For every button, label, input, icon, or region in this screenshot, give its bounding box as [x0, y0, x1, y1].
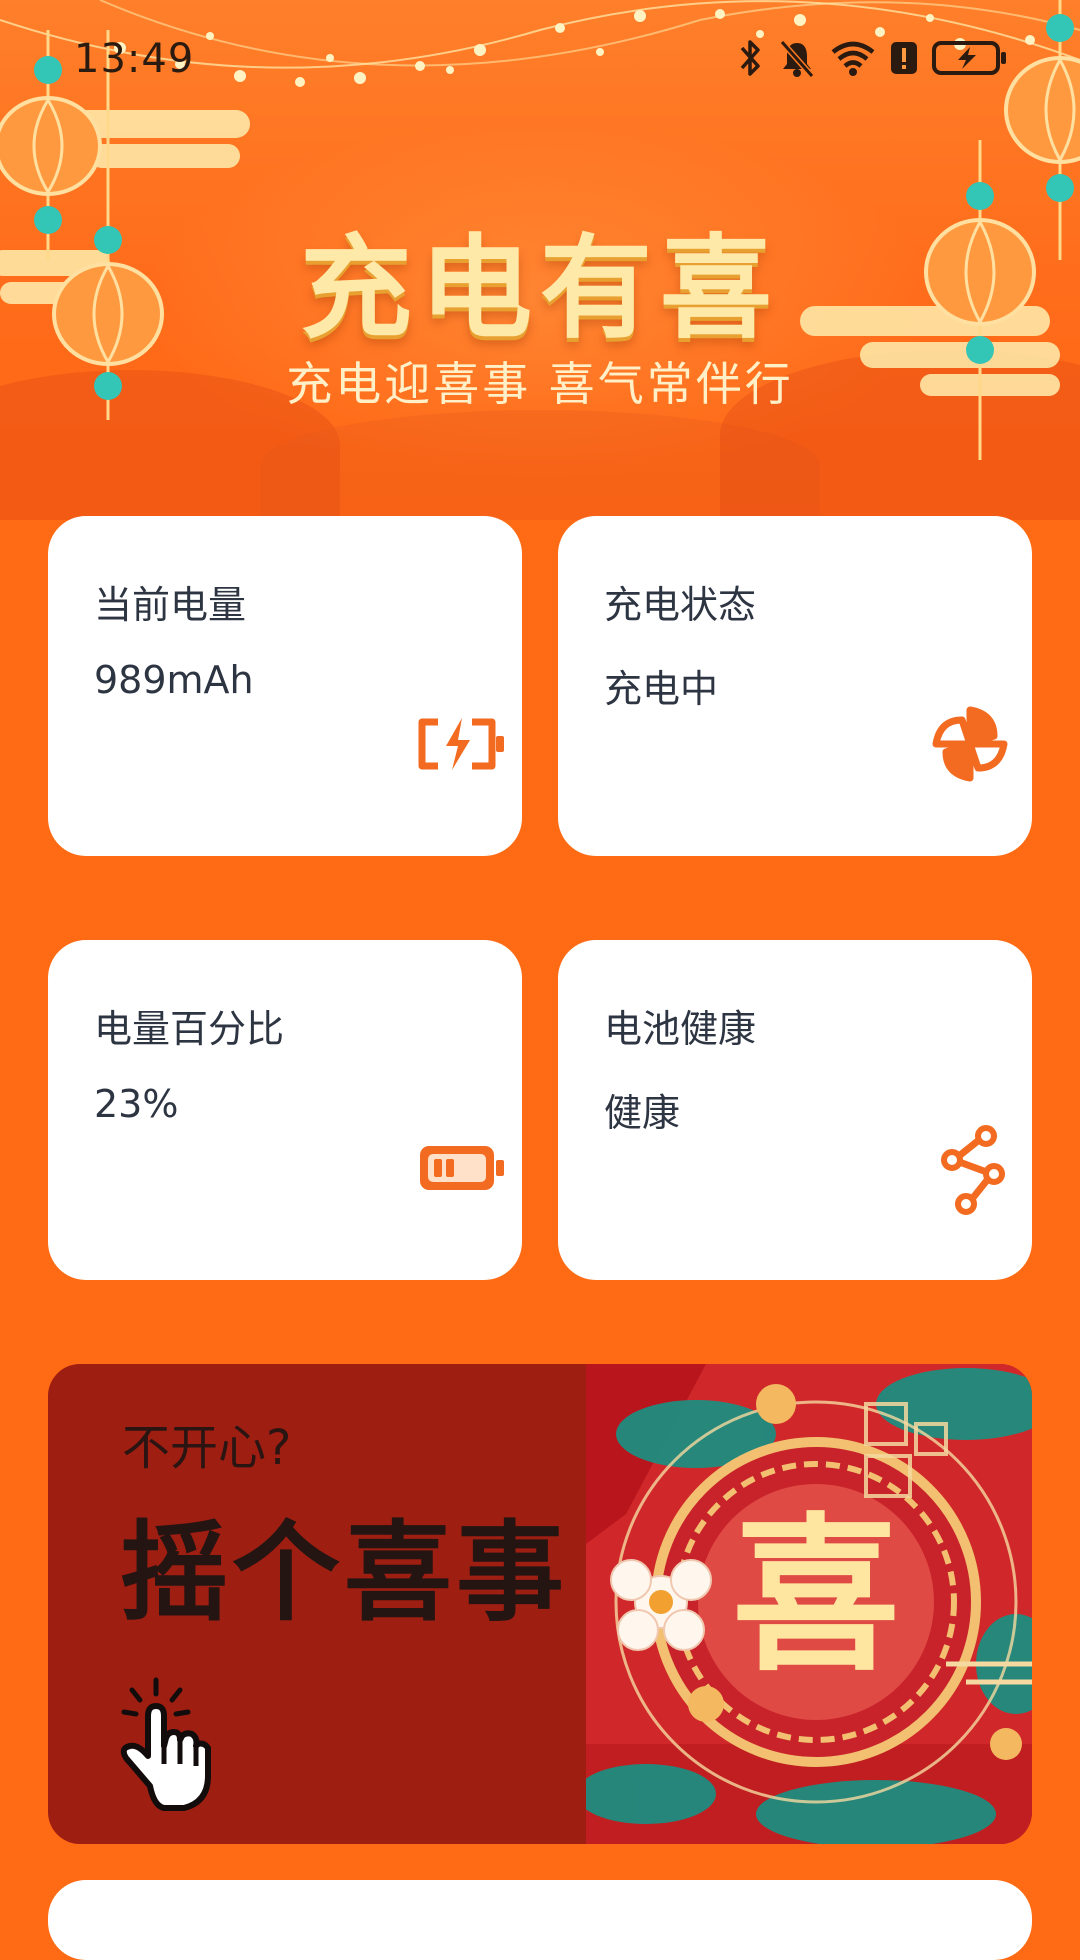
- bottom-card[interactable]: [48, 1880, 1032, 1960]
- card-value: 989mAh: [94, 658, 254, 702]
- card-current-capacity[interactable]: 当前电量 989mAh: [48, 516, 522, 856]
- card-battery-percent[interactable]: 电量百分比 23%: [48, 940, 522, 1280]
- status-time: 13:49: [74, 36, 195, 82]
- shake-promo-banner[interactable]: 不开心? 摇个喜事 喜: [48, 1364, 1032, 1844]
- hero-banner: 13:49 充电有喜 充电迎喜事 喜气常伴行: [0, 0, 1080, 520]
- pinwheel-icon: [932, 706, 1008, 782]
- battery-charging-icon: [418, 718, 504, 770]
- bluetooth-icon: [740, 40, 760, 76]
- card-value: 充电中: [604, 667, 719, 711]
- branch-nodes-icon: [941, 1125, 1005, 1215]
- card-battery-health[interactable]: 电池健康 健康: [558, 940, 1032, 1280]
- promo-subtitle: 不开心?: [122, 1420, 292, 1476]
- status-bar: 13:49: [0, 0, 1080, 120]
- alert-icon: [891, 42, 917, 74]
- card-label: 当前电量: [94, 583, 247, 627]
- emblem-char: 喜: [732, 1498, 900, 1694]
- promo-title: 摇个喜事: [120, 1511, 569, 1636]
- card-charging-status[interactable]: 充电状态 充电中: [558, 516, 1032, 856]
- tap-hand-icon: [120, 1677, 211, 1811]
- xi-emblem-illustration: 喜: [586, 1364, 1032, 1844]
- battery-level-icon: [420, 1146, 504, 1190]
- status-icons: [738, 38, 1008, 78]
- card-value: 23%: [94, 1082, 179, 1126]
- bell-muted-icon: [779, 40, 815, 78]
- hero-subtitle: 充电迎喜事 喜气常伴行: [286, 357, 794, 411]
- hero-title: 充电有喜: [300, 224, 780, 354]
- card-label: 电量百分比: [94, 1007, 285, 1051]
- card-value: 健康: [604, 1091, 681, 1135]
- card-label: 电池健康: [604, 1007, 757, 1051]
- battery-charging-icon: [932, 41, 1006, 75]
- wifi-icon: [831, 41, 875, 76]
- card-label: 充电状态: [604, 583, 757, 627]
